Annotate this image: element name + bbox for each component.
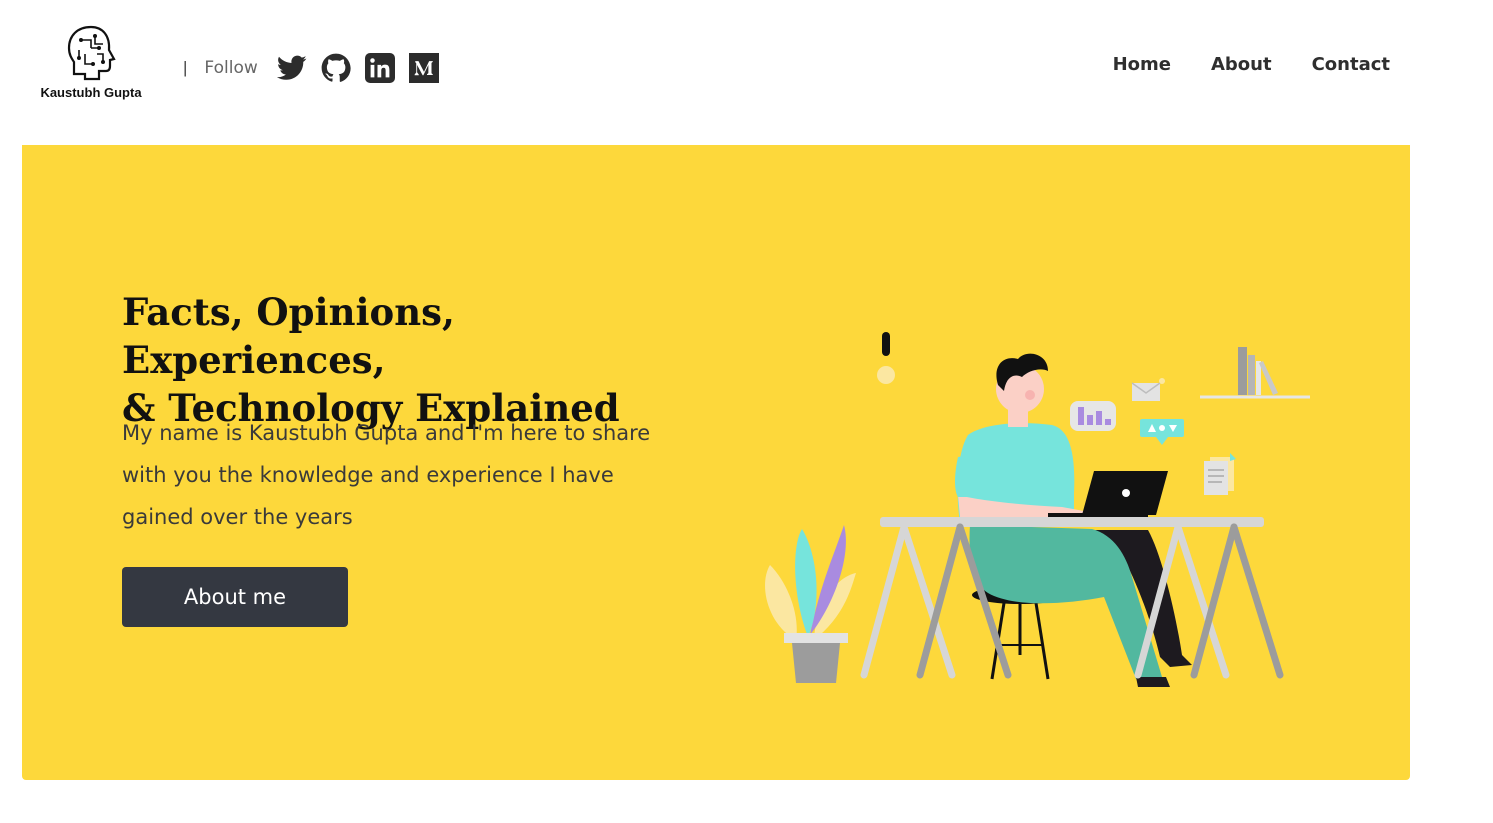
medium-icon <box>408 53 439 83</box>
shapes-bubble-icon <box>1140 419 1184 445</box>
hero-title: Facts, Opinions, Experiences, & Technolo… <box>122 290 620 430</box>
document-icon <box>1204 453 1236 495</box>
bookshelf-icon <box>1200 347 1310 399</box>
mail-icon <box>1131 378 1165 401</box>
main-nav: Home About Contact <box>1113 54 1390 75</box>
linkedin-link[interactable] <box>364 52 396 84</box>
site-header: Kaustubh Gupta | Follow Home About Conta… <box>0 0 1493 140</box>
twitter-link[interactable] <box>276 52 308 84</box>
medium-link[interactable] <box>408 52 440 84</box>
chart-bubble-icon <box>1070 401 1116 431</box>
twitter-icon <box>276 55 307 80</box>
nav-contact[interactable]: Contact <box>1312 54 1390 75</box>
hero-section: Facts, Opinions, Experiences, & Technolo… <box>22 145 1410 780</box>
brain-circuit-logo-icon <box>67 25 116 81</box>
nav-about[interactable]: About <box>1211 54 1272 75</box>
plant-icon <box>765 525 856 683</box>
follow-bar: | Follow <box>183 52 452 84</box>
about-me-button[interactable]: About me <box>122 567 348 627</box>
follow-separator: | <box>183 58 188 77</box>
follow-label: Follow <box>204 58 258 78</box>
site-logo[interactable]: Kaustubh Gupta <box>30 24 152 104</box>
exclamation-icon <box>882 332 890 356</box>
nav-home[interactable]: Home <box>1113 54 1171 75</box>
github-link[interactable] <box>320 52 352 84</box>
github-icon <box>321 53 351 82</box>
logo-text: Kaustubh Gupta <box>40 85 142 100</box>
person-at-desk-illustration <box>765 332 1310 687</box>
linkedin-icon <box>364 53 395 83</box>
hero-description: My name is Kaustubh Gupta and I'm here t… <box>122 421 651 529</box>
